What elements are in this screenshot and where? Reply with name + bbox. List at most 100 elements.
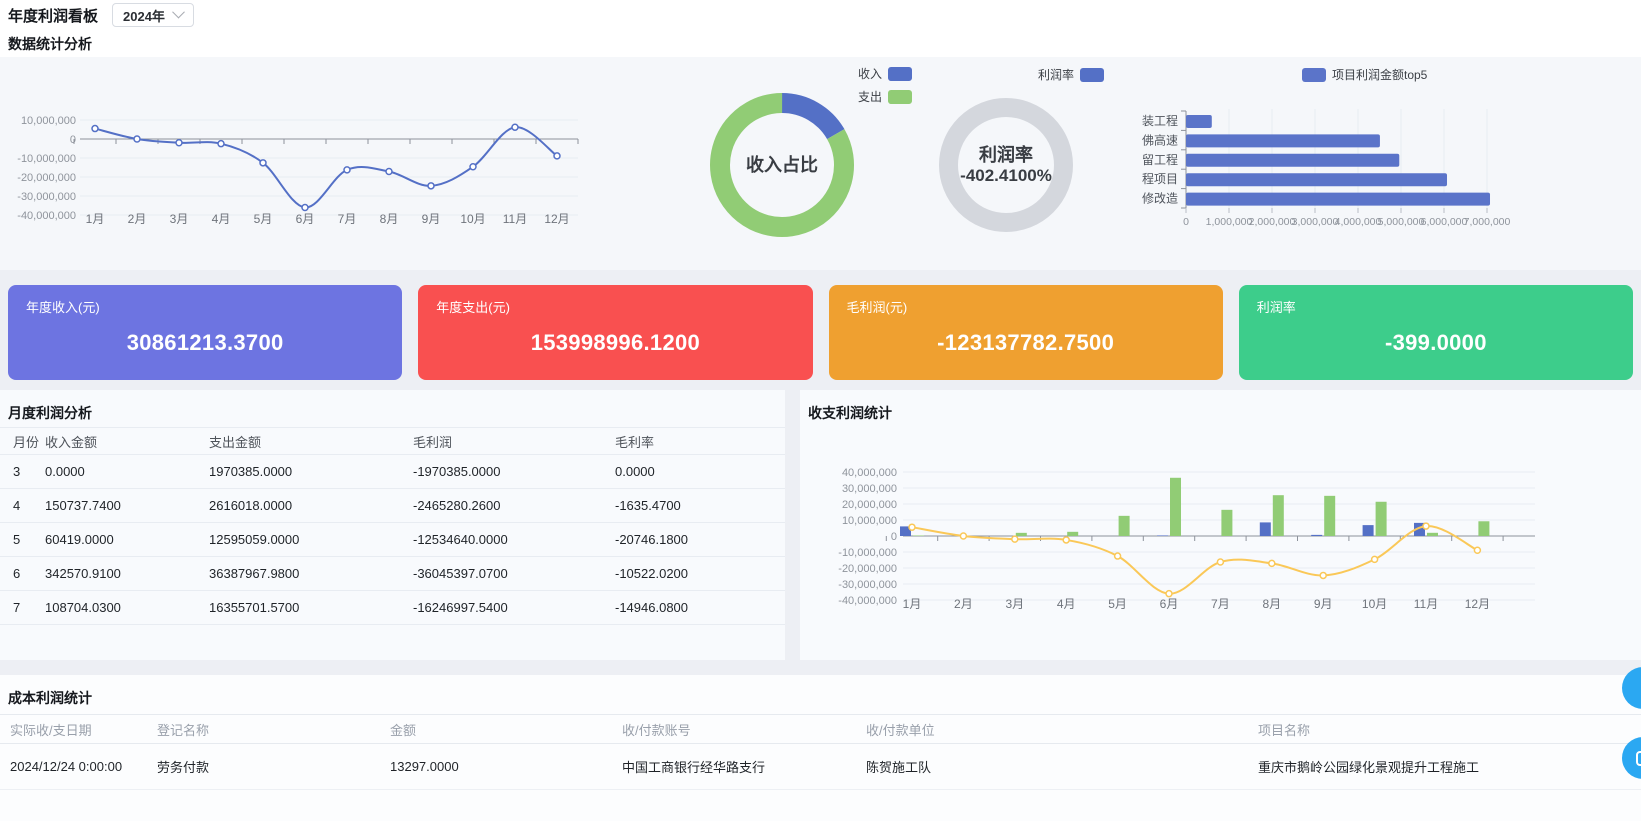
table-cell: 4 (0, 489, 45, 523)
table-header-row: 月份收入金额支出金额毛利润毛利率 (0, 428, 785, 455)
column-header: 收入金额 (45, 428, 209, 455)
svg-text:11月: 11月 (503, 212, 527, 226)
stats-charts-panel: 10,000,0000-10,000,000-20,000,000-30,000… (0, 57, 1641, 270)
svg-text:6月: 6月 (296, 212, 315, 226)
table-cell: -10522.0200 (615, 557, 785, 591)
svg-text:5月: 5月 (1108, 597, 1127, 611)
table-cell: 2616018.0000 (209, 489, 413, 523)
table-cell: 陈贺施工队 (866, 744, 1258, 790)
cost-profit-panel: 成本利润统计 实际收/支日期登记名称金额收/付款账号收/付款单位项目名称2024… (0, 675, 1641, 821)
legend-item[interactable]: 收入 (820, 65, 912, 82)
svg-text:留工程: 留工程 (1142, 152, 1178, 167)
table-cell: 劳务付款 (157, 744, 390, 790)
stat-card: 年度收入(元) 30861213.3700 (8, 285, 402, 380)
svg-text:10,000,000: 10,000,000 (21, 115, 76, 127)
table-cell: 108704.0300 (45, 591, 209, 625)
svg-text:2,000,000: 2,000,000 (1249, 216, 1296, 228)
table-cell: 150737.7400 (45, 489, 209, 523)
svg-text:1月: 1月 (86, 212, 105, 226)
card-label: 年度收入(元) (26, 297, 384, 316)
svg-text:0: 0 (70, 134, 76, 146)
svg-text:3月: 3月 (170, 212, 189, 226)
svg-text:-40,000,000: -40,000,000 (838, 595, 897, 607)
table-row: 2024/12/24 0:00:00劳务付款13297.0000中国工商银行经华… (0, 744, 1641, 790)
svg-text:7月: 7月 (1211, 597, 1230, 611)
table-header-row: 实际收/支日期登记名称金额收/付款账号收/付款单位项目名称 (0, 715, 1641, 744)
income-expense-profit-chart: 40,000,00030,000,00020,000,00010,000,000… (800, 418, 1641, 650)
svg-text:7,000,000: 7,000,000 (1464, 216, 1511, 228)
card-value: -399.0000 (1257, 330, 1615, 356)
column-header: 登记名称 (157, 715, 390, 744)
svg-text:8月: 8月 (1262, 597, 1281, 611)
card-value: 30861213.3700 (26, 330, 384, 356)
income-expense-panel: 收支利润统计 40,000,00030,000,00020,000,00010,… (800, 390, 1641, 660)
svg-text:0: 0 (1183, 216, 1189, 228)
column-header: 收/付款账号 (622, 715, 866, 744)
svg-text:1月: 1月 (903, 597, 922, 611)
column-header: 项目名称 (1258, 715, 1641, 744)
form-icon (1636, 751, 1641, 766)
svg-text:5,000,000: 5,000,000 (1378, 216, 1425, 228)
chevron-down-icon (172, 6, 185, 19)
svg-text:-10,000,000: -10,000,000 (17, 153, 76, 165)
panel-divider (785, 390, 800, 660)
svg-text:收入占比: 收入占比 (746, 154, 818, 175)
table-cell: 13297.0000 (390, 744, 622, 790)
table-cell: 16355701.5700 (209, 591, 413, 625)
svg-text:9月: 9月 (1314, 597, 1333, 611)
monthly-profit-line-chart: 10,000,0000-10,000,000-20,000,000-30,000… (0, 57, 600, 237)
year-select[interactable]: 2024年 (112, 3, 194, 27)
project-profit-top5-chart: 装工程佛高速留工程程项目修改造01,000,0002,000,0003,000,… (1100, 107, 1640, 267)
svg-text:-30,000,000: -30,000,000 (17, 191, 76, 203)
table-cell: -14946.0800 (615, 591, 785, 625)
svg-text:30,000,000: 30,000,000 (842, 483, 897, 495)
svg-text:8月: 8月 (380, 212, 399, 226)
svg-text:12月: 12月 (544, 212, 569, 226)
svg-text:2月: 2月 (128, 212, 147, 226)
svg-text:20,000,000: 20,000,000 (842, 499, 897, 511)
svg-text:0: 0 (891, 531, 897, 543)
table-cell: 0.0000 (615, 455, 785, 489)
profit-rate-donut-chart: 利润率-402.4100% (932, 91, 1080, 239)
svg-text:11月: 11月 (1414, 597, 1438, 611)
table-cell: -2465280.2600 (413, 489, 615, 523)
legend-label: 利润率 (1038, 66, 1074, 83)
legend-swatch (1080, 68, 1104, 82)
dashboard-title: 年度利润看板 (8, 5, 98, 26)
legend-item[interactable]: 支出 (820, 88, 912, 105)
table-cell: 1970385.0000 (209, 455, 413, 489)
stat-card: 年度支出(元)153998996.1200 (418, 285, 812, 380)
table-row: 6342570.910036387967.9800-36045397.0700-… (0, 557, 785, 591)
card-value: -123137782.7500 (847, 330, 1205, 356)
table-cell: 5 (0, 523, 45, 557)
svg-text:-10,000,000: -10,000,000 (838, 547, 897, 559)
table-cell: -16246997.5400 (413, 591, 615, 625)
income-share-donut-chart: 收入占比 (702, 85, 862, 245)
legend-item[interactable]: 利润率 (1030, 66, 1104, 83)
monthly-profit-panel: 月度利润分析 月份收入金额支出金额毛利润毛利率30.00001970385.00… (0, 390, 785, 660)
legend-swatch (888, 90, 912, 104)
table-row: 30.00001970385.0000-1970385.00000.0000 (0, 455, 785, 489)
column-header: 毛利率 (615, 428, 785, 455)
table-cell: 6 (0, 557, 45, 591)
table-cell: 重庆市鹅岭公园绿化景观提升工程施工 (1258, 744, 1641, 790)
legend-label: 项目利润金额top5 (1332, 66, 1427, 83)
middle-row: 月度利润分析 月份收入金额支出金额毛利润毛利率30.00001970385.00… (0, 390, 1641, 660)
svg-text:-40,000,000: -40,000,000 (17, 210, 76, 222)
card-value: 153998996.1200 (436, 330, 794, 356)
legend-item[interactable]: 项目利润金额top5 (1302, 66, 1427, 83)
legend-label: 支出 (858, 88, 882, 105)
project-top5-legend: 项目利润金额top5 (1302, 66, 1427, 83)
table-row: 7108704.030016355701.5700-16246997.5400-… (0, 591, 785, 625)
table-cell: 0.0000 (45, 455, 209, 489)
svg-text:2月: 2月 (954, 597, 973, 611)
svg-text:6月: 6月 (1160, 597, 1179, 611)
svg-text:9月: 9月 (422, 212, 441, 226)
svg-text:3月: 3月 (1005, 597, 1024, 611)
column-header: 支出金额 (209, 428, 413, 455)
year-select-value: 2024年 (123, 6, 165, 25)
svg-text:5月: 5月 (254, 212, 273, 226)
monthly-profit-table: 月份收入金额支出金额毛利润毛利率30.00001970385.0000-1970… (0, 427, 785, 625)
monthly-profit-title: 月度利润分析 (0, 403, 785, 423)
legend-label: 收入 (858, 65, 882, 82)
